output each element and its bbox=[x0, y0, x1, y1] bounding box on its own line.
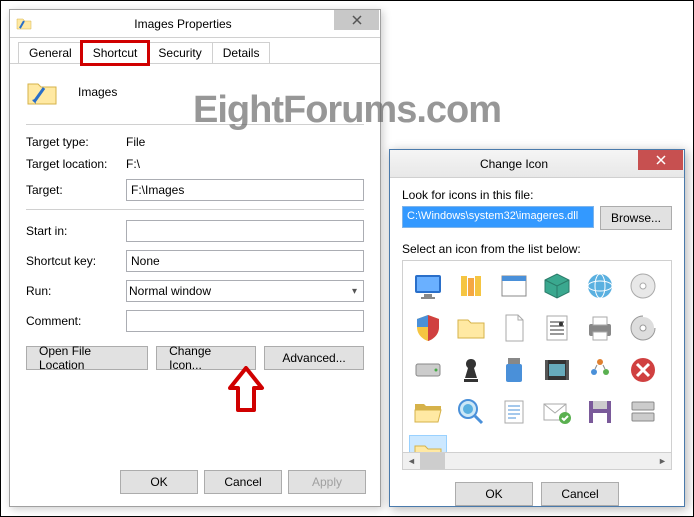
look-for-icons-label: Look for icons in this file: bbox=[402, 188, 672, 202]
target-location-label: Target location: bbox=[26, 157, 126, 171]
start-in-label: Start in: bbox=[26, 224, 126, 238]
properties-window: Images Properties General Shortcut Secur… bbox=[9, 9, 381, 507]
icon-cell-box-teal[interactable] bbox=[538, 267, 576, 305]
icon-list: ◄ ► bbox=[402, 260, 672, 470]
horizontal-scrollbar[interactable]: ◄ ► bbox=[403, 452, 671, 469]
dialog-buttons: OK Cancel Apply bbox=[120, 470, 366, 494]
browse-button[interactable]: Browse... bbox=[600, 206, 672, 230]
target-location-value: F:\ bbox=[126, 157, 364, 171]
tab-security[interactable]: Security bbox=[147, 42, 212, 63]
comment-input[interactable] bbox=[126, 310, 364, 332]
start-in-input[interactable] bbox=[126, 220, 364, 242]
apply-button[interactable]: Apply bbox=[288, 470, 366, 494]
ok-button[interactable]: OK bbox=[120, 470, 198, 494]
target-type-label: Target type: bbox=[26, 135, 126, 149]
shortcut-name: Images bbox=[78, 85, 117, 99]
icon-cell-disc-silver[interactable] bbox=[624, 309, 662, 347]
icon-cell-usb-drive[interactable] bbox=[495, 351, 533, 389]
icon-path-input[interactable]: C:\Windows\system32\imageres.dll bbox=[402, 206, 594, 228]
ci-titlebar: Change Icon bbox=[390, 150, 684, 178]
cancel-button[interactable]: Cancel bbox=[204, 470, 282, 494]
icon-cell-shield[interactable] bbox=[409, 309, 447, 347]
icon-cell-notepad[interactable] bbox=[495, 393, 533, 431]
comment-label: Comment: bbox=[26, 314, 126, 328]
icon-cell-folder-open[interactable] bbox=[409, 393, 447, 431]
icon-cell-delete-x[interactable] bbox=[624, 351, 662, 389]
advanced-button[interactable]: Advanced... bbox=[264, 346, 364, 370]
annotation-up-arrow-icon bbox=[226, 366, 266, 416]
icon-cell-film-frame[interactable] bbox=[538, 351, 576, 389]
target-type-value: File bbox=[126, 135, 364, 149]
icon-cell-globe-network[interactable] bbox=[581, 267, 619, 305]
tab-shortcut[interactable]: Shortcut bbox=[82, 42, 149, 64]
ci-close-button[interactable] bbox=[638, 150, 683, 170]
folder-shortcut-icon bbox=[26, 76, 58, 108]
window-icon bbox=[16, 16, 32, 32]
icon-cell-page[interactable] bbox=[495, 309, 533, 347]
scroll-left-icon[interactable]: ◄ bbox=[403, 453, 420, 470]
icon-cell-storage[interactable] bbox=[624, 393, 662, 431]
icon-cell-printer[interactable] bbox=[581, 309, 619, 347]
target-label: Target: bbox=[26, 183, 126, 197]
shortcut-key-input[interactable] bbox=[126, 250, 364, 272]
scroll-right-icon[interactable]: ► bbox=[654, 453, 671, 470]
icon-cell-monitor-blue[interactable] bbox=[409, 267, 447, 305]
run-select[interactable]: Normal window bbox=[126, 280, 364, 302]
icon-cell-drive[interactable] bbox=[409, 351, 447, 389]
shortcut-key-label: Shortcut key: bbox=[26, 254, 126, 268]
run-label: Run: bbox=[26, 284, 126, 298]
ci-cancel-button[interactable]: Cancel bbox=[541, 482, 619, 506]
icon-cell-chess-piece[interactable] bbox=[452, 351, 490, 389]
icon-cell-magnifier-globe[interactable] bbox=[452, 393, 490, 431]
select-icon-label: Select an icon from the list below: bbox=[402, 242, 672, 256]
icon-cell-library-yellow[interactable] bbox=[452, 267, 490, 305]
icon-cell-sheet-music[interactable] bbox=[538, 309, 576, 347]
icon-cell-mail-envelope-check[interactable] bbox=[538, 393, 576, 431]
ci-ok-button[interactable]: OK bbox=[455, 482, 533, 506]
window-title: Images Properties bbox=[32, 17, 334, 31]
icon-cell-folder-yellow[interactable] bbox=[452, 309, 490, 347]
icon-cell-app-window[interactable] bbox=[495, 267, 533, 305]
target-input[interactable] bbox=[126, 179, 364, 201]
icon-cell-disc[interactable] bbox=[624, 267, 662, 305]
ci-window-title: Change Icon bbox=[390, 157, 638, 171]
open-file-location-button[interactable]: Open File Location bbox=[26, 346, 148, 370]
titlebar: Images Properties bbox=[10, 10, 380, 38]
scroll-thumb[interactable] bbox=[420, 453, 445, 469]
change-icon-window: Change Icon Look for icons in this file:… bbox=[389, 149, 685, 507]
close-button[interactable] bbox=[334, 10, 379, 30]
tab-details[interactable]: Details bbox=[212, 42, 271, 63]
tab-strip: General Shortcut Security Details bbox=[10, 38, 380, 64]
icon-cell-floppy-purple[interactable] bbox=[581, 393, 619, 431]
icon-cell-users-pyramid[interactable] bbox=[581, 351, 619, 389]
tab-content: Images Target type: File Target location… bbox=[10, 64, 380, 382]
tab-general[interactable]: General bbox=[18, 42, 83, 63]
